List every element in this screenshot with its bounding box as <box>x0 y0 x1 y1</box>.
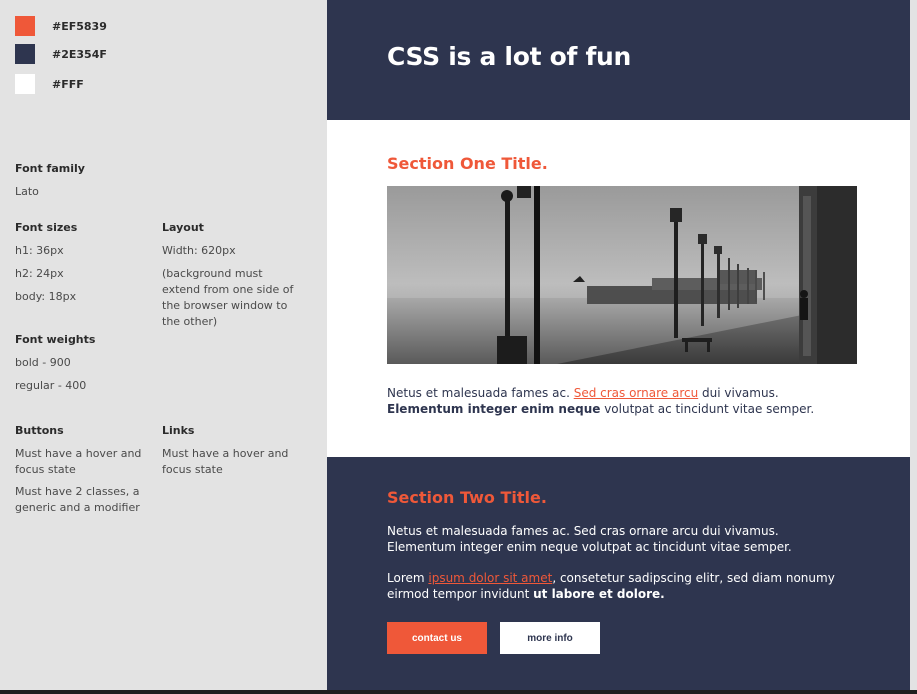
layout-width: Width: 620px <box>162 244 236 257</box>
color-swatch-orange <box>15 16 35 36</box>
bottom-border <box>0 690 917 694</box>
hero-banner: CSS is a lot of fun <box>327 0 910 120</box>
layout-note: (background must extend from one side of… <box>162 267 294 328</box>
swatch-label: #2E354F <box>52 48 107 61</box>
buttons-requirement-2: Must have 2 classes, a generic and a mod… <box>15 485 140 514</box>
color-swatch-white <box>15 74 35 94</box>
section-two-paragraph-1: Netus et malesuada fames ac. Sed cras or… <box>387 524 792 554</box>
body-text-segment: Lorem <box>387 571 429 585</box>
buttons-requirement-1: Must have a hover and focus state <box>15 447 142 476</box>
section-one-body: Netus et malesuada fames ac. Sed cras or… <box>387 385 847 417</box>
body-bold-text: ut labore et dolore. <box>533 587 665 601</box>
swatch-label: #EF5839 <box>52 20 107 33</box>
font-weight-regular: regular - 400 <box>15 379 87 392</box>
contact-us-button[interactable]: contact us <box>387 622 487 654</box>
body-text-segment: dui vivamus. <box>698 386 779 400</box>
color-swatch-navy <box>15 44 35 64</box>
inline-link[interactable]: Sed cras ornare arcu <box>574 386 699 400</box>
font-weights-heading: Font weights <box>15 333 96 346</box>
section-one-title: Section One Title. <box>387 154 548 173</box>
inline-link[interactable]: ipsum dolor sit amet <box>428 571 552 585</box>
section-two-paragraph-2: Lorem ipsum dolor sit amet, consetetur s… <box>387 570 847 602</box>
section-two-title: Section Two Title. <box>387 488 547 507</box>
swatch-row-orange: #EF5839 <box>15 16 107 36</box>
font-size-body: body: 18px <box>15 290 77 303</box>
body-text-segment: volutpat ac tincidunt vitae semper. <box>600 402 815 416</box>
body-bold-text: Elementum integer enim neque <box>387 402 601 416</box>
font-sizes-heading: Font sizes <box>15 221 78 234</box>
swatch-row-white: #FFF <box>15 74 84 94</box>
font-family-value: Lato <box>15 185 39 198</box>
style-guide-panel: #EF5839 #2E354F #FFF Font family Lato Fo… <box>0 0 327 694</box>
page-right-edge <box>910 0 917 694</box>
page-title: CSS is a lot of fun <box>387 42 632 71</box>
swatch-label: #FFF <box>52 78 84 91</box>
links-requirement: Must have a hover and focus state <box>162 447 289 476</box>
links-heading: Links <box>162 424 195 437</box>
font-size-h1: h1: 36px <box>15 244 64 257</box>
swatch-row-navy: #2E354F <box>15 44 107 64</box>
waterfront-photo <box>387 186 857 364</box>
section-two: Section Two Title. Netus et malesuada fa… <box>327 457 910 694</box>
font-size-h2: h2: 24px <box>15 267 64 280</box>
more-info-button[interactable]: more info <box>500 622 600 654</box>
design-mockup: CSS is a lot of fun Section One Title. N… <box>327 0 910 694</box>
font-family-heading: Font family <box>15 162 85 175</box>
buttons-heading: Buttons <box>15 424 64 437</box>
section-one: Section One Title. Netus et malesuada fa… <box>327 120 910 457</box>
layout-heading: Layout <box>162 221 204 234</box>
font-weight-bold: bold - 900 <box>15 356 71 369</box>
body-text-segment: Netus et malesuada fames ac. <box>387 386 574 400</box>
